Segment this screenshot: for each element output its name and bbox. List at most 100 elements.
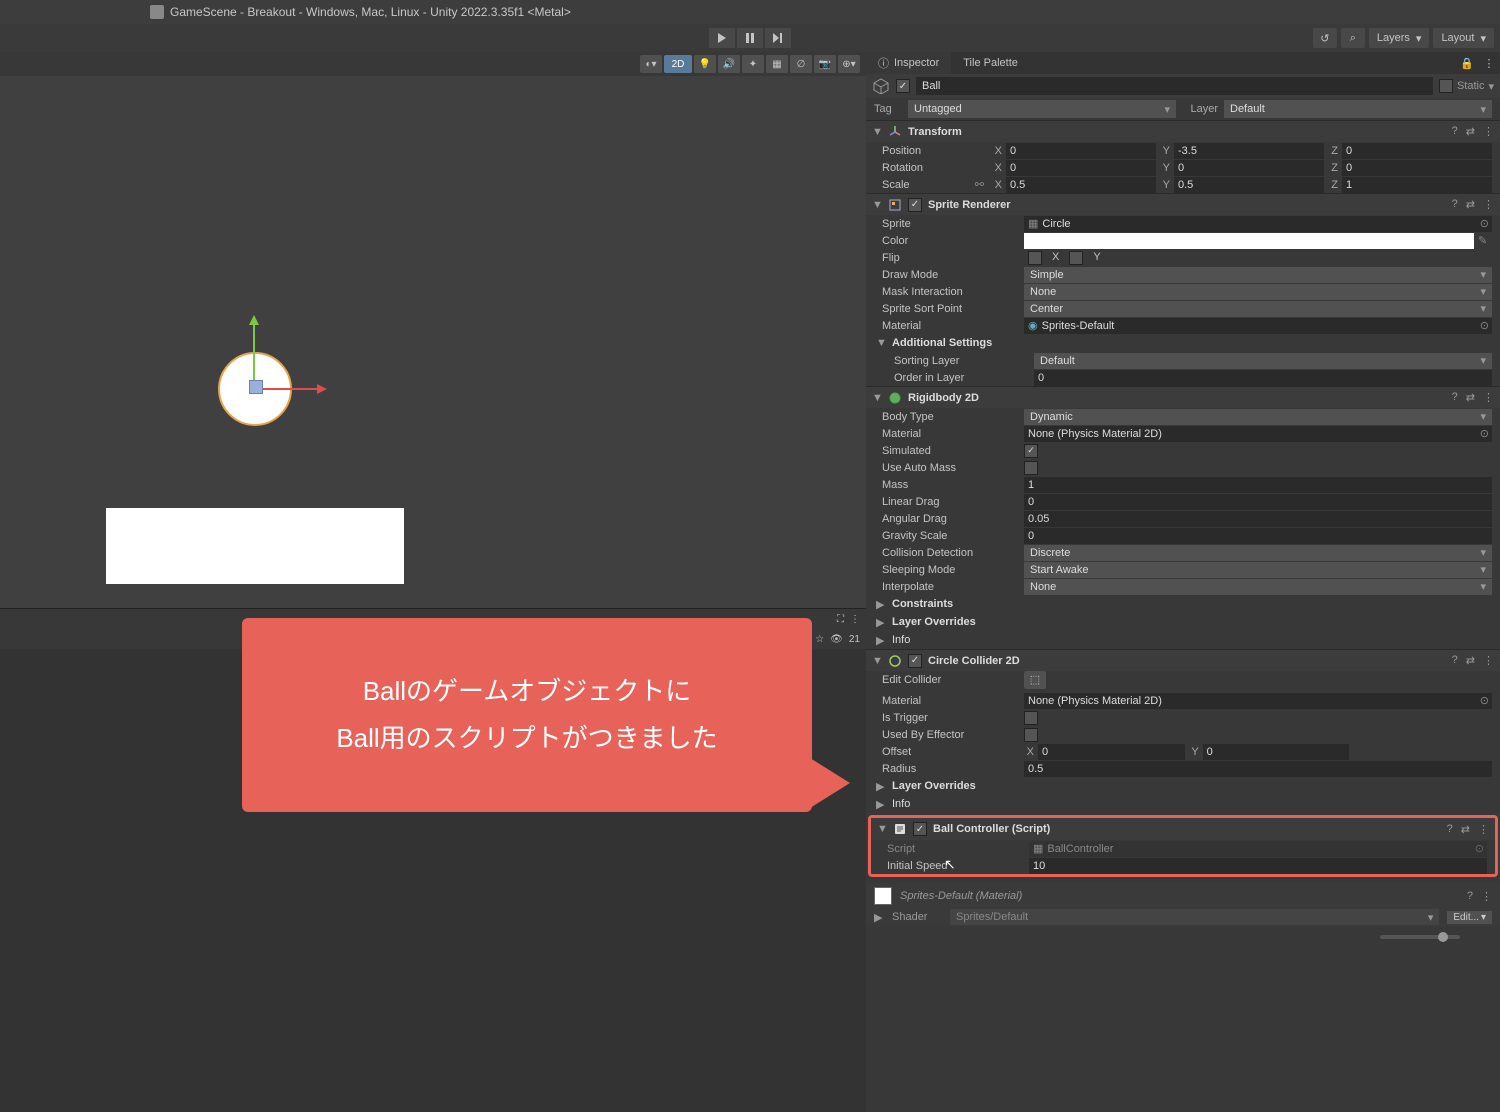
shader-dropdown[interactable]: Sprites/Default <box>950 909 1439 925</box>
expand-icon[interactable]: ▶ <box>876 798 886 811</box>
stats-icon[interactable]: ☆ <box>815 634 824 645</box>
help-icon[interactable]: ? <box>1452 125 1458 138</box>
scl-x-input[interactable] <box>1006 177 1156 193</box>
active-checkbox[interactable]: ✓ <box>896 79 910 93</box>
cc-info-label[interactable]: Info <box>892 798 910 810</box>
preset-icon[interactable]: ⇄ <box>1466 391 1475 404</box>
menu-icon[interactable]: ⋮ <box>850 614 860 625</box>
sorting-layer-dropdown[interactable]: Default <box>1034 353 1492 369</box>
collapse-icon[interactable]: ▼ <box>872 392 882 404</box>
zoom-slider[interactable] <box>1380 935 1460 939</box>
simulated-checkbox[interactable]: ✓ <box>1024 444 1038 458</box>
collision-dropdown[interactable]: Discrete <box>1024 545 1492 561</box>
menu-icon[interactable]: ⋮ <box>1483 198 1494 211</box>
vis-icon[interactable]: 👁 <box>830 634 843 645</box>
play-button[interactable] <box>709 28 735 48</box>
collapse-icon[interactable]: ▼ <box>876 337 886 349</box>
pos-z-input[interactable] <box>1342 143 1492 159</box>
cc-material-field[interactable]: None (Physics Material 2D) <box>1024 693 1492 709</box>
edit-collider-button[interactable]: ⬚ <box>1024 671 1046 689</box>
search-icon[interactable]: ⌕ <box>1341 28 1365 48</box>
angular-drag-input[interactable] <box>1024 511 1492 527</box>
material-swatch[interactable] <box>874 887 892 905</box>
sprite-field[interactable]: ▦Circle <box>1024 216 1492 232</box>
preset-icon[interactable]: ⇄ <box>1466 654 1475 667</box>
transform-header[interactable]: ▼ Transform ?⇄⋮ <box>866 120 1500 142</box>
help-icon[interactable]: ? <box>1467 890 1473 902</box>
expand-icon[interactable]: ▶ <box>876 634 886 647</box>
scl-z-input[interactable] <box>1342 177 1492 193</box>
draw-mode-dropdown[interactable]: ◐▾ <box>640 55 662 73</box>
rot-x-input[interactable] <box>1006 160 1156 176</box>
menu-icon[interactable]: ⋮ <box>1483 654 1494 667</box>
menu-icon[interactable]: ⋮ <box>1481 890 1492 903</box>
undo-history-icon[interactable]: ↺ <box>1313 28 1337 48</box>
gizmo-x-axis[interactable] <box>256 388 324 390</box>
linear-drag-input[interactable] <box>1024 494 1492 510</box>
eyedropper-icon[interactable]: ✎ <box>1478 234 1492 247</box>
interpolate-dropdown[interactable]: None <box>1024 579 1492 595</box>
constraints-label[interactable]: Constraints <box>892 598 953 610</box>
circle-collider-header[interactable]: ▼ ✓ Circle Collider 2D ?⇄⋮ <box>866 649 1500 671</box>
menu-icon[interactable]: ⋮ <box>1483 125 1494 138</box>
offset-x-input[interactable] <box>1038 744 1185 760</box>
step-button[interactable] <box>765 28 791 48</box>
help-icon[interactable]: ? <box>1452 198 1458 211</box>
expand-icon[interactable]: ▶ <box>874 911 884 924</box>
preset-icon[interactable]: ⇄ <box>1461 823 1470 836</box>
collapse-icon[interactable]: ▼ <box>872 126 882 138</box>
layer-overrides-label[interactable]: Layer Overrides <box>892 616 976 628</box>
gameobject-icon[interactable] <box>872 77 890 95</box>
audio-toggle-icon[interactable]: 🔊 <box>718 55 740 73</box>
help-icon[interactable]: ? <box>1452 391 1458 404</box>
hidden-toggle-icon[interactable]: ∅ <box>790 55 812 73</box>
lighting-toggle[interactable]: 💡 <box>694 55 716 73</box>
initial-speed-input[interactable] <box>1029 858 1487 874</box>
object-name-input[interactable] <box>916 77 1433 95</box>
draw-mode-dropdown[interactable]: Simple <box>1024 267 1492 283</box>
sleeping-dropdown[interactable]: Start Awake <box>1024 562 1492 578</box>
sort-point-dropdown[interactable]: Center <box>1024 301 1492 317</box>
collider-checkbox[interactable]: ✓ <box>908 654 922 668</box>
material-field[interactable]: ◉Sprites-Default <box>1024 318 1492 334</box>
radius-input[interactable] <box>1024 761 1492 777</box>
flip-y-checkbox[interactable] <box>1069 251 1083 265</box>
lock-icon[interactable]: 🔒 <box>1456 52 1478 74</box>
scene-viewport[interactable] <box>0 76 866 608</box>
gizmo-center[interactable] <box>249 380 263 394</box>
cc-layer-overrides-label[interactable]: Layer Overrides <box>892 780 976 792</box>
layers-dropdown[interactable]: Layers▾ <box>1369 28 1430 48</box>
expand-icon[interactable]: ▶ <box>876 780 886 793</box>
sprite-renderer-checkbox[interactable]: ✓ <box>908 198 922 212</box>
maximize-icon[interactable]: ⛶ <box>837 614 844 625</box>
camera-icon[interactable]: 📷 <box>814 55 836 73</box>
pos-y-input[interactable] <box>1174 143 1324 159</box>
expand-icon[interactable]: ▶ <box>876 598 886 611</box>
sprite-renderer-header[interactable]: ▼ ✓ Sprite Renderer ?⇄⋮ <box>866 193 1500 215</box>
gizmo-y-axis[interactable] <box>253 318 255 386</box>
help-icon[interactable]: ? <box>1452 654 1458 667</box>
collapse-icon[interactable]: ▼ <box>877 823 887 835</box>
scl-y-input[interactable] <box>1174 177 1324 193</box>
preset-icon[interactable]: ⇄ <box>1466 125 1475 138</box>
collapse-icon[interactable]: ▼ <box>872 655 882 667</box>
mass-input[interactable] <box>1024 477 1492 493</box>
gravity-input[interactable] <box>1024 528 1492 544</box>
tab-inspector[interactable]: ⓘInspector <box>866 52 951 74</box>
trigger-checkbox[interactable] <box>1024 711 1038 725</box>
flip-x-checkbox[interactable] <box>1028 251 1042 265</box>
rot-z-input[interactable] <box>1342 160 1492 176</box>
tab-menu-icon[interactable]: ⋮ <box>1478 52 1500 74</box>
help-icon[interactable]: ? <box>1447 823 1453 836</box>
layout-dropdown[interactable]: Layout▾ <box>1433 28 1494 48</box>
auto-mass-checkbox[interactable] <box>1024 461 1038 475</box>
scene-vis-icon[interactable]: ▦ <box>766 55 788 73</box>
rb-material-field[interactable]: None (Physics Material 2D) <box>1024 426 1492 442</box>
body-type-dropdown[interactable]: Dynamic <box>1024 409 1492 425</box>
shader-edit-button[interactable]: Edit...▾ <box>1447 911 1492 924</box>
script-checkbox[interactable]: ✓ <box>913 822 927 836</box>
mask-dropdown[interactable]: None <box>1024 284 1492 300</box>
info-label[interactable]: Info <box>892 634 910 646</box>
rigidbody-header[interactable]: ▼ Rigidbody 2D ?⇄⋮ <box>866 386 1500 408</box>
static-dropdown-icon[interactable]: ▾ <box>1488 80 1494 93</box>
